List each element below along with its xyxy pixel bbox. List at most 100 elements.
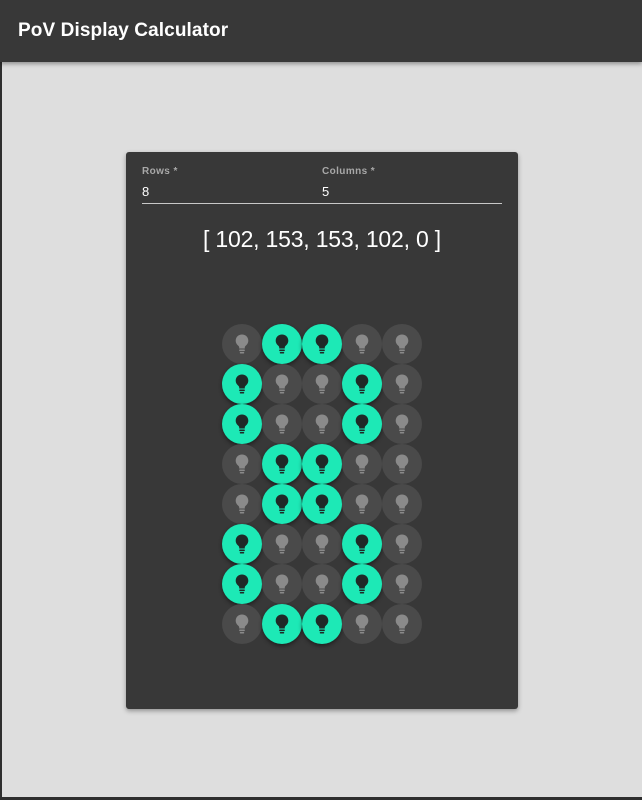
led-cell[interactable] [302, 364, 342, 404]
led-disc [222, 444, 262, 484]
led-cell[interactable] [262, 364, 302, 404]
led-disc [342, 524, 382, 564]
led-cell[interactable] [382, 324, 422, 364]
lightbulb-icon [235, 334, 249, 354]
columns-field: Columns * [322, 166, 502, 204]
led-disc [262, 604, 302, 644]
lightbulb-icon [315, 494, 329, 514]
rows-input[interactable] [142, 184, 322, 204]
led-cell[interactable] [342, 404, 382, 444]
led-cell[interactable] [342, 484, 382, 524]
led-disc [302, 484, 342, 524]
led-cell[interactable] [302, 404, 342, 444]
led-disc [222, 524, 262, 564]
led-cell[interactable] [262, 324, 302, 364]
led-cell[interactable] [342, 524, 382, 564]
led-disc [382, 484, 422, 524]
led-disc [382, 364, 422, 404]
lightbulb-icon [275, 334, 289, 354]
lightbulb-icon [235, 574, 249, 594]
led-disc [342, 604, 382, 644]
app-bar: PoV Display Calculator [0, 0, 642, 62]
led-cell[interactable] [382, 524, 422, 564]
lightbulb-icon [315, 614, 329, 634]
led-cell[interactable] [222, 324, 262, 364]
lightbulb-icon [235, 534, 249, 554]
lightbulb-icon [275, 494, 289, 514]
led-cell[interactable] [262, 484, 302, 524]
led-disc [222, 324, 262, 364]
led-disc [302, 364, 342, 404]
led-disc [262, 404, 302, 444]
led-cell[interactable] [382, 364, 422, 404]
led-cell[interactable] [262, 404, 302, 444]
lightbulb-icon [395, 614, 409, 634]
led-cell[interactable] [222, 524, 262, 564]
app-title: PoV Display Calculator [18, 20, 229, 41]
lightbulb-icon [275, 414, 289, 434]
led-cell[interactable] [382, 484, 422, 524]
lightbulb-icon [355, 574, 369, 594]
led-disc [342, 564, 382, 604]
lightbulb-icon [395, 374, 409, 394]
calculator-card: Rows * Columns * [ 102, 153, 153, 102, 0… [126, 152, 518, 709]
led-disc [342, 364, 382, 404]
led-disc [262, 364, 302, 404]
led-disc [302, 604, 342, 644]
lightbulb-icon [235, 614, 249, 634]
led-cell[interactable] [262, 604, 302, 644]
led-disc [342, 324, 382, 364]
led-cell[interactable] [342, 444, 382, 484]
led-cell[interactable] [382, 604, 422, 644]
led-disc [222, 564, 262, 604]
output-array: [ 102, 153, 153, 102, 0 ] [203, 226, 441, 252]
led-cell[interactable] [302, 564, 342, 604]
led-cell[interactable] [342, 604, 382, 644]
lightbulb-icon [235, 494, 249, 514]
lightbulb-icon [275, 574, 289, 594]
led-disc [302, 324, 342, 364]
lightbulb-icon [315, 334, 329, 354]
led-cell[interactable] [382, 564, 422, 604]
led-cell[interactable] [222, 484, 262, 524]
led-disc [342, 404, 382, 444]
led-cell[interactable] [302, 524, 342, 564]
led-cell[interactable] [302, 484, 342, 524]
led-disc [302, 524, 342, 564]
lightbulb-icon [275, 534, 289, 554]
led-cell[interactable] [382, 444, 422, 484]
led-disc [262, 564, 302, 604]
led-cell[interactable] [302, 324, 342, 364]
led-cell[interactable] [302, 444, 342, 484]
lightbulb-icon [275, 614, 289, 634]
led-disc [302, 404, 342, 444]
lightbulb-icon [395, 574, 409, 594]
led-disc [222, 484, 262, 524]
led-cell[interactable] [262, 524, 302, 564]
led-cell[interactable] [222, 564, 262, 604]
led-disc [222, 364, 262, 404]
lightbulb-icon [355, 614, 369, 634]
lightbulb-icon [395, 494, 409, 514]
led-cell[interactable] [302, 604, 342, 644]
led-disc [302, 444, 342, 484]
led-cell[interactable] [262, 564, 302, 604]
window-edge-left [0, 62, 2, 800]
led-cell[interactable] [222, 444, 262, 484]
led-disc [342, 484, 382, 524]
led-cell[interactable] [382, 404, 422, 444]
columns-input[interactable] [322, 184, 502, 204]
led-cell[interactable] [262, 444, 302, 484]
rows-field: Rows * [142, 166, 322, 204]
led-cell[interactable] [342, 324, 382, 364]
led-cell[interactable] [222, 364, 262, 404]
lightbulb-icon [235, 374, 249, 394]
led-cell[interactable] [222, 404, 262, 444]
led-disc [262, 484, 302, 524]
lightbulb-icon [235, 454, 249, 474]
led-cell[interactable] [222, 604, 262, 644]
lightbulb-icon [355, 454, 369, 474]
led-disc [262, 324, 302, 364]
led-cell[interactable] [342, 364, 382, 404]
led-cell[interactable] [342, 564, 382, 604]
